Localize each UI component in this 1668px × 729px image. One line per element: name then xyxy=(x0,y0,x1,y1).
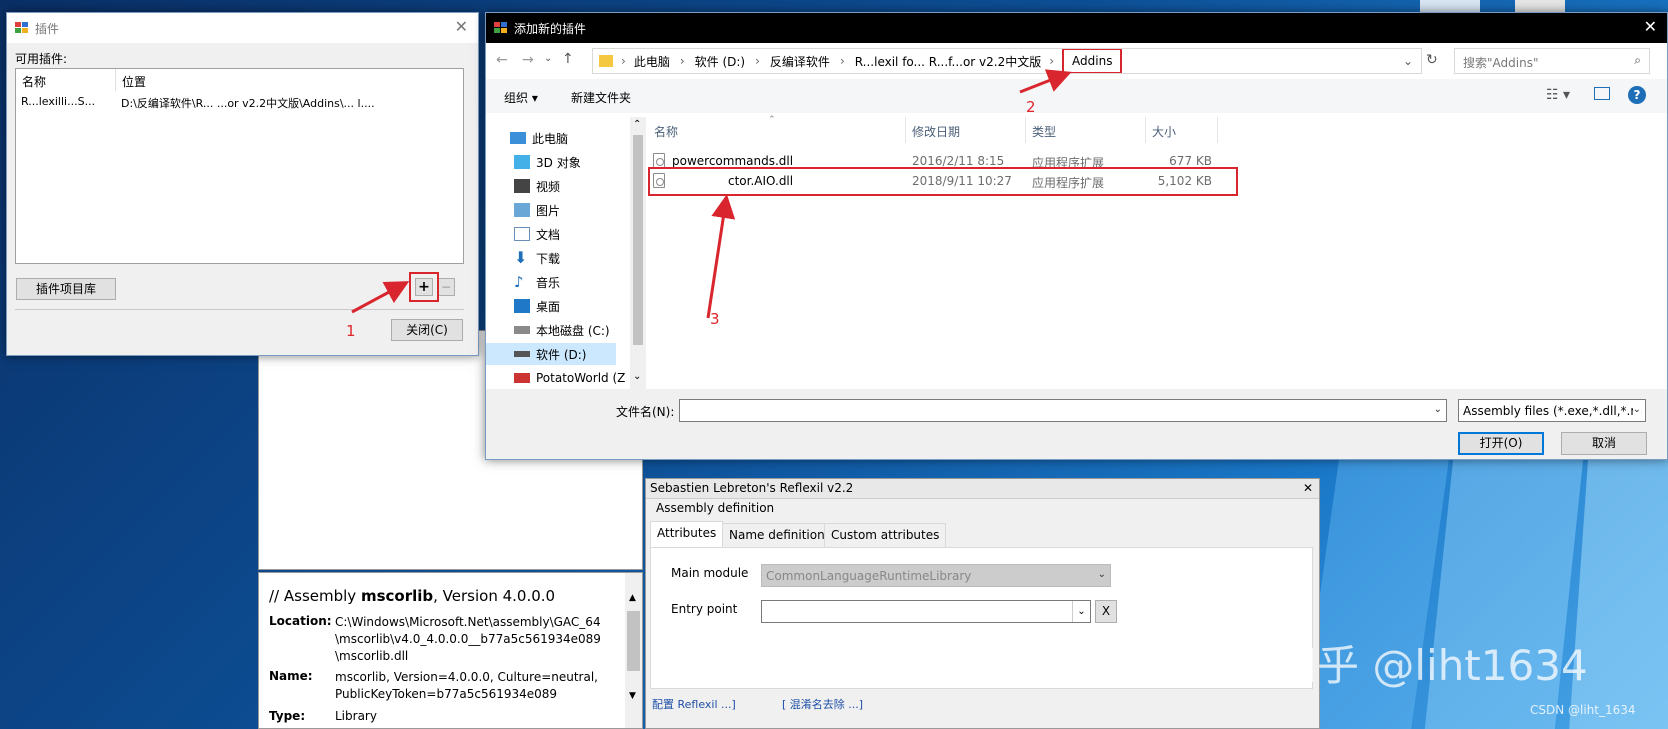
annotation-label-2: 2 xyxy=(1026,98,1036,116)
arrow-1 xyxy=(351,281,410,314)
arrow-3 xyxy=(706,194,736,319)
csdn-watermark: CSDN @liht_1634 xyxy=(1530,703,1636,717)
arrow-2 xyxy=(1019,69,1072,94)
annotation-arrows xyxy=(351,69,1072,319)
zhihu-watermark: 知乎 @liht1634 xyxy=(1275,641,1588,690)
annotation-label-1: 1 xyxy=(346,322,356,340)
annotation-label-3: 3 xyxy=(710,310,720,328)
